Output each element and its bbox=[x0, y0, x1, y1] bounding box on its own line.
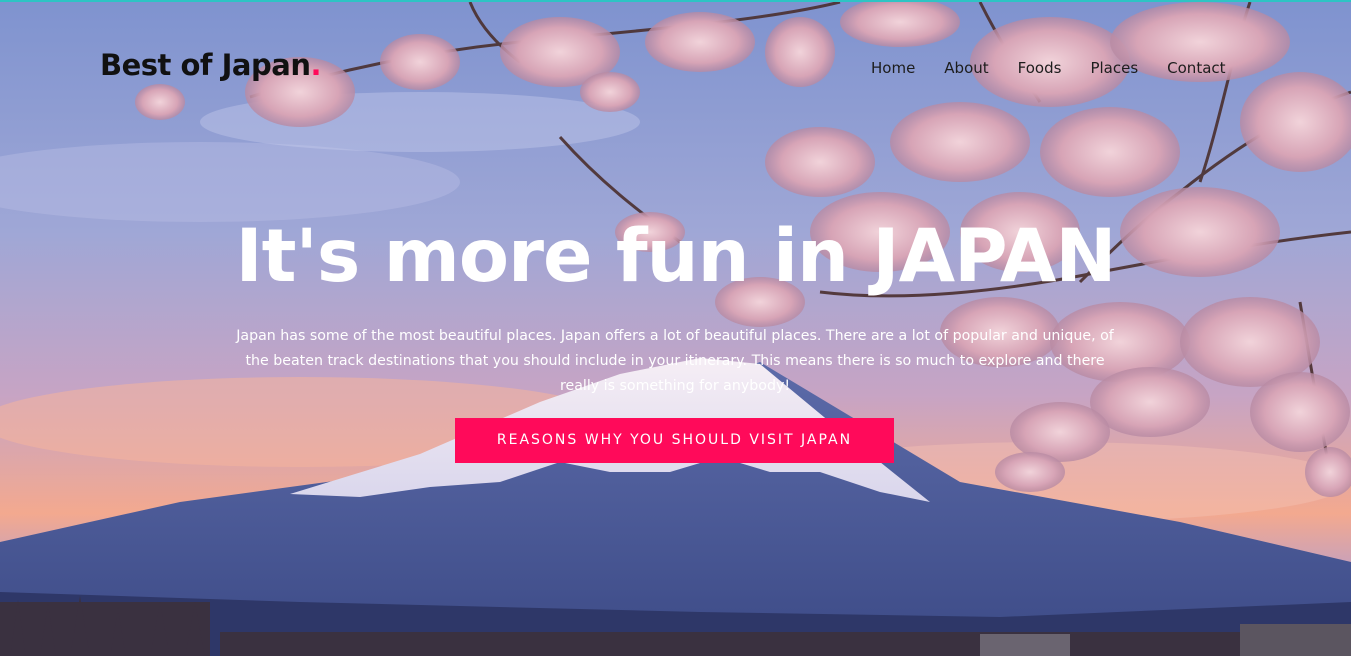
nav-link-foods[interactable]: Foods bbox=[1018, 59, 1062, 77]
visit-japan-cta-button[interactable]: REASONS WHY YOU SHOULD VISIT JAPAN bbox=[455, 418, 894, 463]
page: Best of Japan. Home About Foods Places C… bbox=[0, 0, 1351, 656]
site-logo-dot: . bbox=[310, 48, 321, 82]
nav-link-places[interactable]: Places bbox=[1090, 59, 1138, 77]
main-nav: Home About Foods Places Contact bbox=[871, 59, 1226, 77]
nav-link-about[interactable]: About bbox=[944, 59, 988, 77]
site-logo-text: Best of Japan bbox=[100, 48, 311, 82]
hero-title: It's more fun in JAPAN bbox=[235, 214, 1117, 299]
hero-description: Japan has some of the most beautiful pla… bbox=[236, 328, 1114, 394]
nav-link-contact[interactable]: Contact bbox=[1167, 59, 1225, 77]
site-logo[interactable]: Best of Japan. bbox=[100, 48, 321, 82]
nav-link-home[interactable]: Home bbox=[871, 59, 915, 77]
